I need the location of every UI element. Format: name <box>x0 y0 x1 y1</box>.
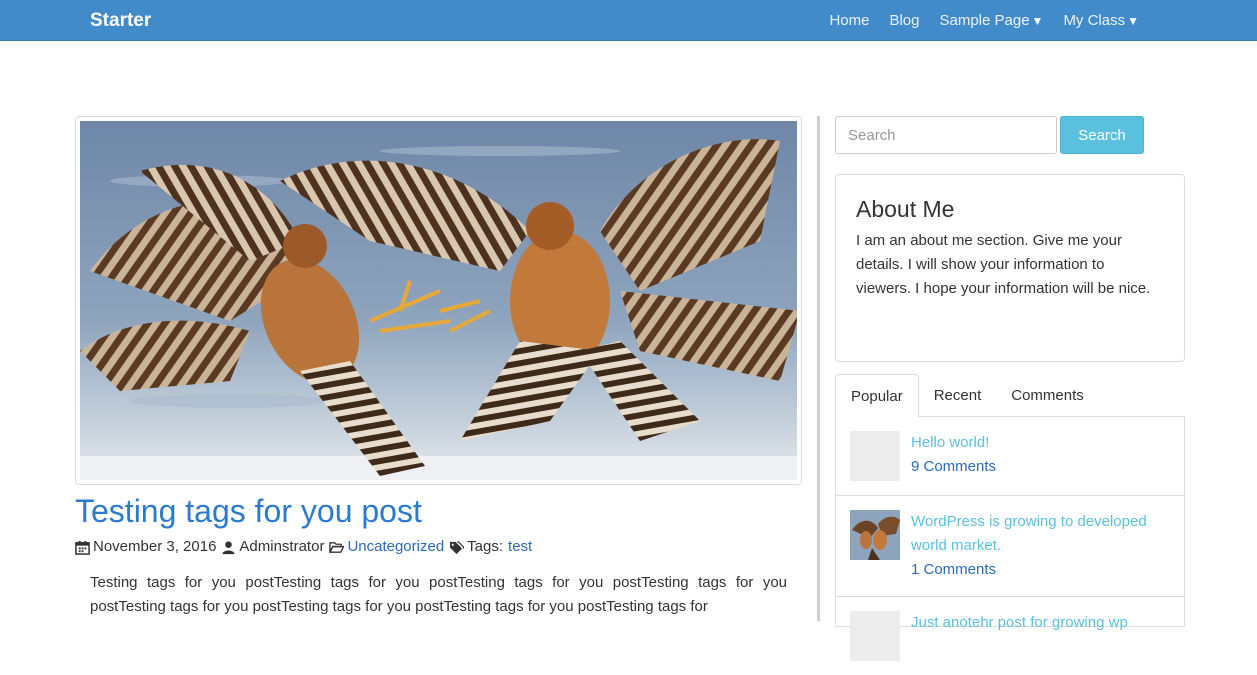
comments-count-link[interactable]: 9 Comments <box>911 458 996 475</box>
nav-menu: Home Blog Sample Page ▼ My Class ▼ <box>809 0 1139 41</box>
brand-logo[interactable]: Starter <box>90 10 151 32</box>
post-thumbnail-hawks[interactable] <box>850 510 900 560</box>
popular-post-link[interactable]: WordPress is growing to developed world … <box>911 513 1147 554</box>
post-author: Adminstrator <box>239 538 325 555</box>
nav-home-label: Home <box>829 12 870 29</box>
list-item: WordPress is growing to developed world … <box>836 496 1184 597</box>
nav-home[interactable]: Home <box>829 12 869 29</box>
calendar-icon <box>75 540 90 555</box>
comments-count-link[interactable]: 1 Comments <box>911 561 996 578</box>
popular-posts-list: Hello world! 9 Comments WordPress is gro… <box>835 417 1185 661</box>
post-thumbnail-placeholder[interactable] <box>850 611 900 661</box>
post-article: Testing tags for you post November 3, 20… <box>75 116 802 619</box>
caret-down-icon: ▼ <box>1031 13 1044 28</box>
post-category-link[interactable]: Uncategorized <box>347 537 444 557</box>
popular-post-link[interactable]: Hello world! <box>911 434 989 451</box>
nav-my-class[interactable]: My Class ▼ <box>1063 12 1139 29</box>
post-tag-link[interactable]: test <box>508 537 532 557</box>
nav-blog-label: Blog <box>889 12 920 29</box>
about-me-text: I am an about me section. Give me your d… <box>856 232 1151 297</box>
tags-label: Tags: <box>467 538 504 555</box>
column-divider <box>817 116 820 621</box>
caret-down-icon: ▼ <box>1127 13 1139 28</box>
list-item: Just anotehr post for growing wp <box>836 597 1184 675</box>
tab-recent[interactable]: Recent <box>919 374 997 417</box>
tab-popular[interactable]: Popular <box>835 374 919 418</box>
about-me-title: About Me <box>856 196 955 222</box>
post-thumbnail-placeholder[interactable] <box>850 431 900 481</box>
featured-image-frame <box>75 116 802 485</box>
posts-tabs: Popular Recent Comments <box>835 374 1185 418</box>
about-me-widget: About Me I am an about me section. Give … <box>835 174 1185 362</box>
post-date: November 3, 2016 <box>93 538 217 555</box>
nav-sample-page[interactable]: Sample Page ▼ <box>939 12 1043 29</box>
tags-icon <box>450 540 465 554</box>
user-icon <box>222 540 235 554</box>
popular-post-link[interactable]: Just anotehr post for growing wp <box>911 614 1128 631</box>
featured-image-hawks[interactable] <box>80 121 797 480</box>
post-title[interactable]: Testing tags for you post <box>75 491 802 531</box>
list-item: Hello world! 9 Comments <box>836 417 1184 496</box>
folder-open-icon <box>329 541 345 553</box>
post-excerpt: Testing tags for you postTesting tags fo… <box>90 574 787 615</box>
search-button[interactable]: Search <box>1060 116 1144 154</box>
top-navbar: Starter Home Blog Sample Page ▼ My Class… <box>0 0 1257 41</box>
tab-comments[interactable]: Comments <box>996 374 1099 417</box>
nav-sample-page-label: Sample Page <box>939 12 1030 29</box>
post-meta: November 3, 2016 Adminstrator Uncategori… <box>75 537 802 557</box>
search-input[interactable] <box>835 116 1057 154</box>
nav-my-class-label: My Class <box>1063 12 1126 29</box>
nav-blog[interactable]: Blog <box>889 12 919 29</box>
